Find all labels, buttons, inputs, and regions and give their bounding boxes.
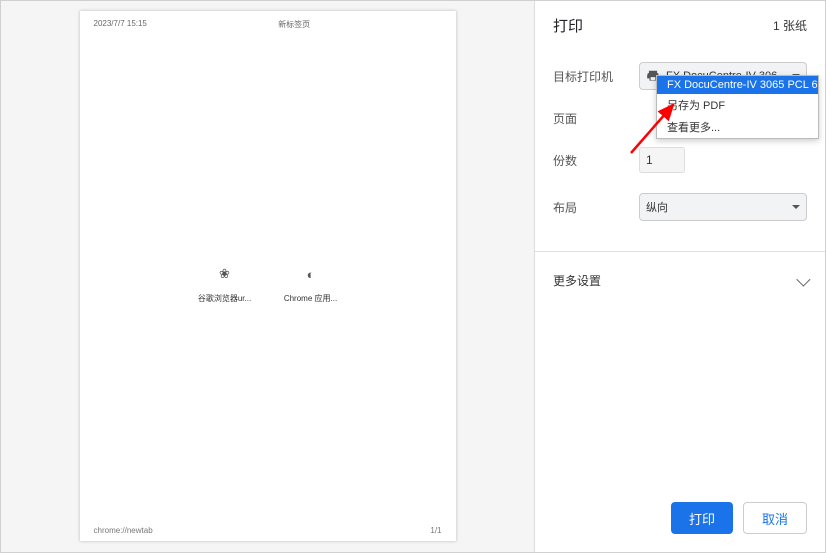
shortcut-item: ◐ Chrome 应用... <box>281 265 341 304</box>
chevron-down-icon <box>796 272 810 286</box>
panel-title: 打印 <box>553 15 583 36</box>
preview-footer-url: chrome://newtab <box>94 526 153 535</box>
preview-timestamp: 2023/7/7 15:15 <box>94 19 147 30</box>
divider <box>535 251 825 252</box>
print-settings-panel: 打印 1 张纸 目标打印机 FX DocuCentre-IV 306 页 <box>535 1 825 552</box>
destination-label: 目标打印机 <box>553 68 639 85</box>
copies-label: 份数 <box>553 152 639 169</box>
dropdown-option-see-more[interactable]: 查看更多... <box>657 116 818 138</box>
sheet-count: 1 张纸 <box>773 17 807 34</box>
layout-select[interactable]: 纵向 <box>639 193 807 221</box>
print-preview-area: 2023/7/7 15:15 新标签页 ❀ 谷歌浏览器ur... ◐ Chrom… <box>1 1 535 552</box>
preview-footer-page: 1/1 <box>430 526 441 535</box>
dropdown-option[interactable]: FX DocuCentre-IV 3065 PCL 6 <box>657 76 818 94</box>
shortcut-label: Chrome 应用... <box>284 293 337 304</box>
copies-input[interactable] <box>639 147 685 173</box>
destination-dropdown: FX DocuCentre-IV 3065 PCL 6 另存为 PDF 查看更多… <box>656 75 819 139</box>
chevron-down-icon <box>792 205 800 209</box>
pages-label: 页面 <box>553 110 639 127</box>
paw-icon: ❀ <box>216 265 234 283</box>
print-button[interactable]: 打印 <box>671 502 733 534</box>
layout-label: 布局 <box>553 199 639 216</box>
preview-page: 2023/7/7 15:15 新标签页 ❀ 谷歌浏览器ur... ◐ Chrom… <box>80 11 456 541</box>
chrome-apps-icon: ◐ <box>302 265 320 283</box>
more-settings-label: 更多设置 <box>553 272 601 289</box>
layout-value: 纵向 <box>646 199 668 215</box>
preview-title: 新标签页 <box>147 19 442 30</box>
more-settings-toggle[interactable]: 更多设置 <box>535 260 825 301</box>
dropdown-option-save-pdf[interactable]: 另存为 PDF <box>657 94 818 116</box>
shortcut-label: 谷歌浏览器ur... <box>198 293 251 304</box>
shortcut-item: ❀ 谷歌浏览器ur... <box>195 265 255 304</box>
cancel-button[interactable]: 取消 <box>743 502 807 534</box>
